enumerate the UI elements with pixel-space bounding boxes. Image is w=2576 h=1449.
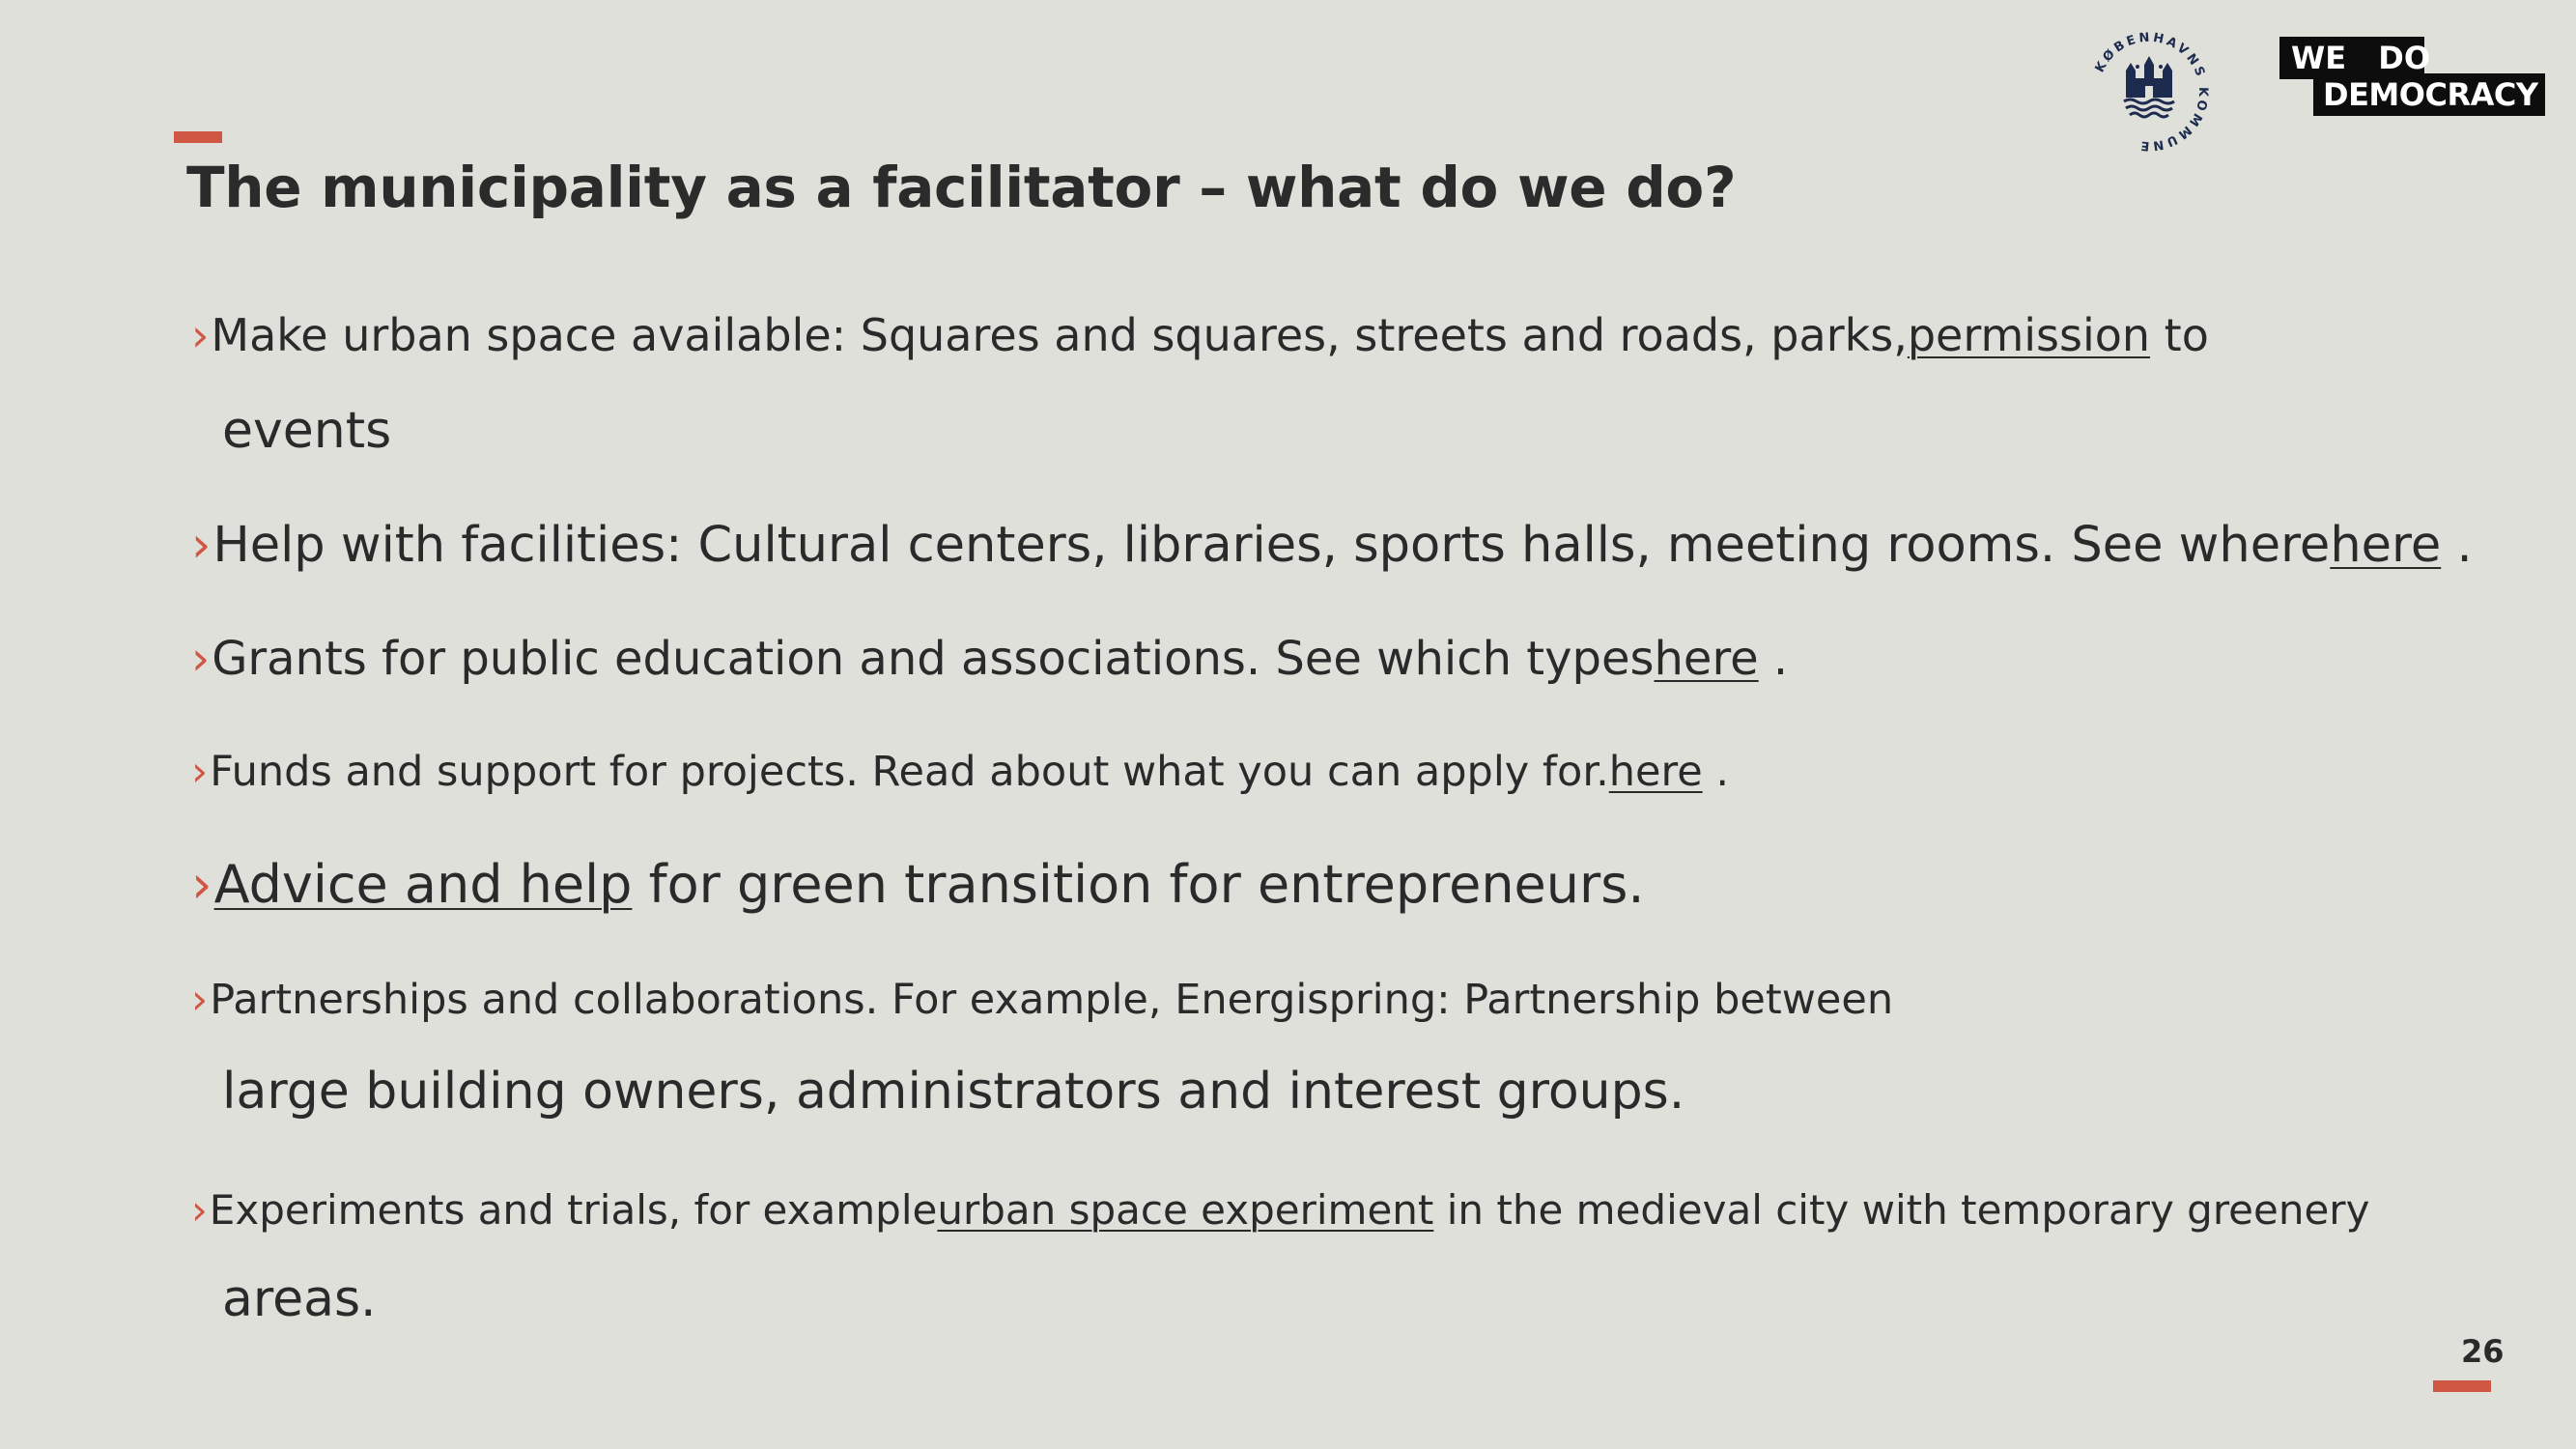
we-do-democracy-logo: WE DO DEMOCRACY (2279, 37, 2545, 116)
grants-here-link[interactable]: here (1655, 632, 1759, 686)
bullet-chevron-icon: › (191, 309, 210, 361)
bullet-continuation: areas. (222, 1270, 377, 1328)
title-accent-bar (174, 131, 222, 143)
bullet-chevron-icon: › (191, 976, 209, 1024)
bullet-item: ›Grants for public education and associa… (191, 632, 1788, 686)
kobenhavns-kommune-logo: KØBENHAVNS KOMMUNE (2093, 31, 2207, 154)
urban-space-experiment-link[interactable]: urban space experiment (937, 1186, 1433, 1234)
page-number-accent-bar (2433, 1380, 2491, 1392)
bullet-text: Make urban space available: Squares and … (211, 309, 1908, 361)
bullet-continuation: events (222, 402, 392, 460)
bullet-text: in the medieval city with temporary gree… (1433, 1186, 2370, 1234)
bullet-text: for green transition for entrepreneurs. (632, 854, 1645, 915)
bullet-text: Grants for public education and associat… (212, 632, 1655, 686)
bullet-text: Partnerships and collaborations. For exa… (210, 976, 1894, 1024)
slide-title: The municipality as a facilitator – what… (186, 155, 1737, 220)
advice-and-help-link[interactable]: Advice and help (214, 854, 633, 915)
bullet-chevron-icon: › (191, 854, 212, 915)
bullet-chevron-icon: › (191, 632, 211, 686)
bullet-chevron-icon: › (191, 517, 212, 574)
bullet-text: . (1758, 632, 1789, 686)
bullet-chevron-icon: › (191, 748, 209, 796)
bullet-chevron-icon: › (191, 1186, 208, 1234)
facilities-here-link[interactable]: here (2330, 517, 2441, 574)
bullet-item: ›Experiments and trials, for exampleurba… (191, 1186, 2369, 1234)
copenhagen-coat-of-arms-icon (2123, 56, 2175, 119)
bullet-item: ›Partnerships and collaborations. For ex… (191, 976, 1893, 1024)
bullet-text: Help with facilities: Cultural centers, … (212, 517, 2331, 574)
bullet-item: ›Funds and support for projects. Read ab… (191, 748, 1729, 796)
bullet-text: Funds and support for projects. Read abo… (210, 748, 1609, 796)
bullet-item: ›Advice and help for green transition fo… (191, 854, 1645, 915)
bullet-text: to (2150, 309, 2209, 361)
bullet-item: ›Help with facilities: Cultural centers,… (191, 517, 2473, 574)
funds-here-link[interactable]: here (1609, 748, 1703, 796)
permission-link[interactable]: permission (1908, 309, 2150, 361)
page-number: 26 (2461, 1333, 2505, 1370)
logo-line-democracy: DEMOCRACY (2313, 73, 2545, 116)
bullet-text: . (1702, 748, 1729, 796)
bullet-text: . (2441, 517, 2473, 574)
bullet-text: Experiments and trials, for example (209, 1186, 938, 1234)
bullet-item: ›Make urban space available: Squares and… (191, 309, 2209, 361)
bullet-continuation: large building owners, administrators an… (222, 1063, 1685, 1121)
